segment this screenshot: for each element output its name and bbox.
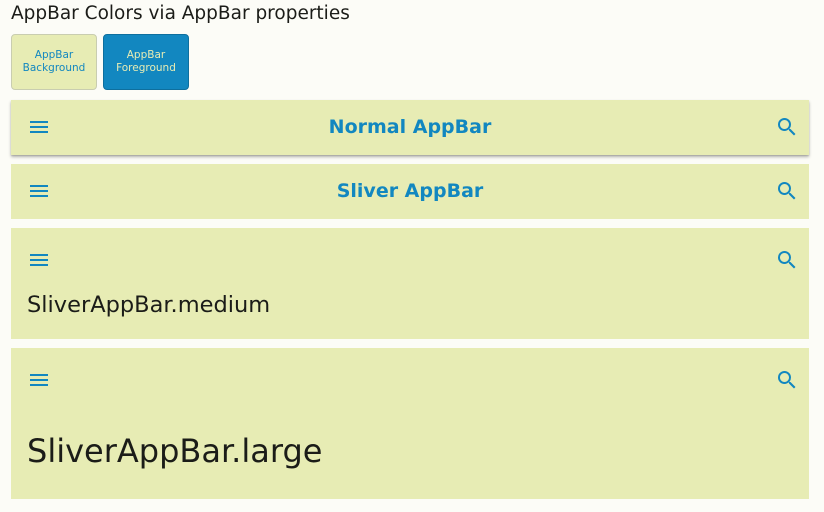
menu-button[interactable] — [19, 240, 59, 280]
appbar-foreground-color-button[interactable]: AppBar Foreground — [103, 34, 189, 90]
search-icon — [775, 115, 799, 139]
appbar-title: Normal AppBar — [328, 116, 492, 138]
menu-button[interactable] — [19, 107, 59, 147]
sliver-appbar-large: SliverAppBar.large — [11, 348, 809, 499]
appbar-title: SliverAppBar.large — [27, 432, 323, 470]
search-icon — [775, 368, 799, 392]
swatch-label-line2: Foreground — [116, 62, 176, 74]
menu-icon — [27, 179, 51, 203]
sliver-appbar-medium: SliverAppBar.medium — [11, 228, 809, 339]
menu-icon — [27, 115, 51, 139]
menu-button[interactable] — [19, 360, 59, 400]
appbar-background-color-button[interactable]: AppBar Background — [11, 34, 97, 90]
normal-appbar: Normal AppBar — [11, 100, 809, 155]
menu-icon — [27, 248, 51, 272]
swatch-label-line2: Background — [22, 62, 86, 74]
search-button[interactable] — [767, 360, 807, 400]
menu-button[interactable] — [19, 171, 59, 211]
appbar-title: Sliver AppBar — [336, 180, 484, 202]
swatch-label-line1: AppBar — [126, 49, 166, 61]
search-button[interactable] — [767, 171, 807, 211]
search-button[interactable] — [767, 240, 807, 280]
sliver-appbar: Sliver AppBar — [11, 164, 809, 219]
menu-icon — [27, 368, 51, 392]
search-button[interactable] — [767, 107, 807, 147]
search-icon — [775, 179, 799, 203]
search-icon — [775, 248, 799, 272]
appbar-title: SliverAppBar.medium — [27, 292, 271, 318]
swatch-label-line1: AppBar — [34, 49, 74, 61]
page-heading: AppBar Colors via AppBar properties — [11, 3, 350, 24]
